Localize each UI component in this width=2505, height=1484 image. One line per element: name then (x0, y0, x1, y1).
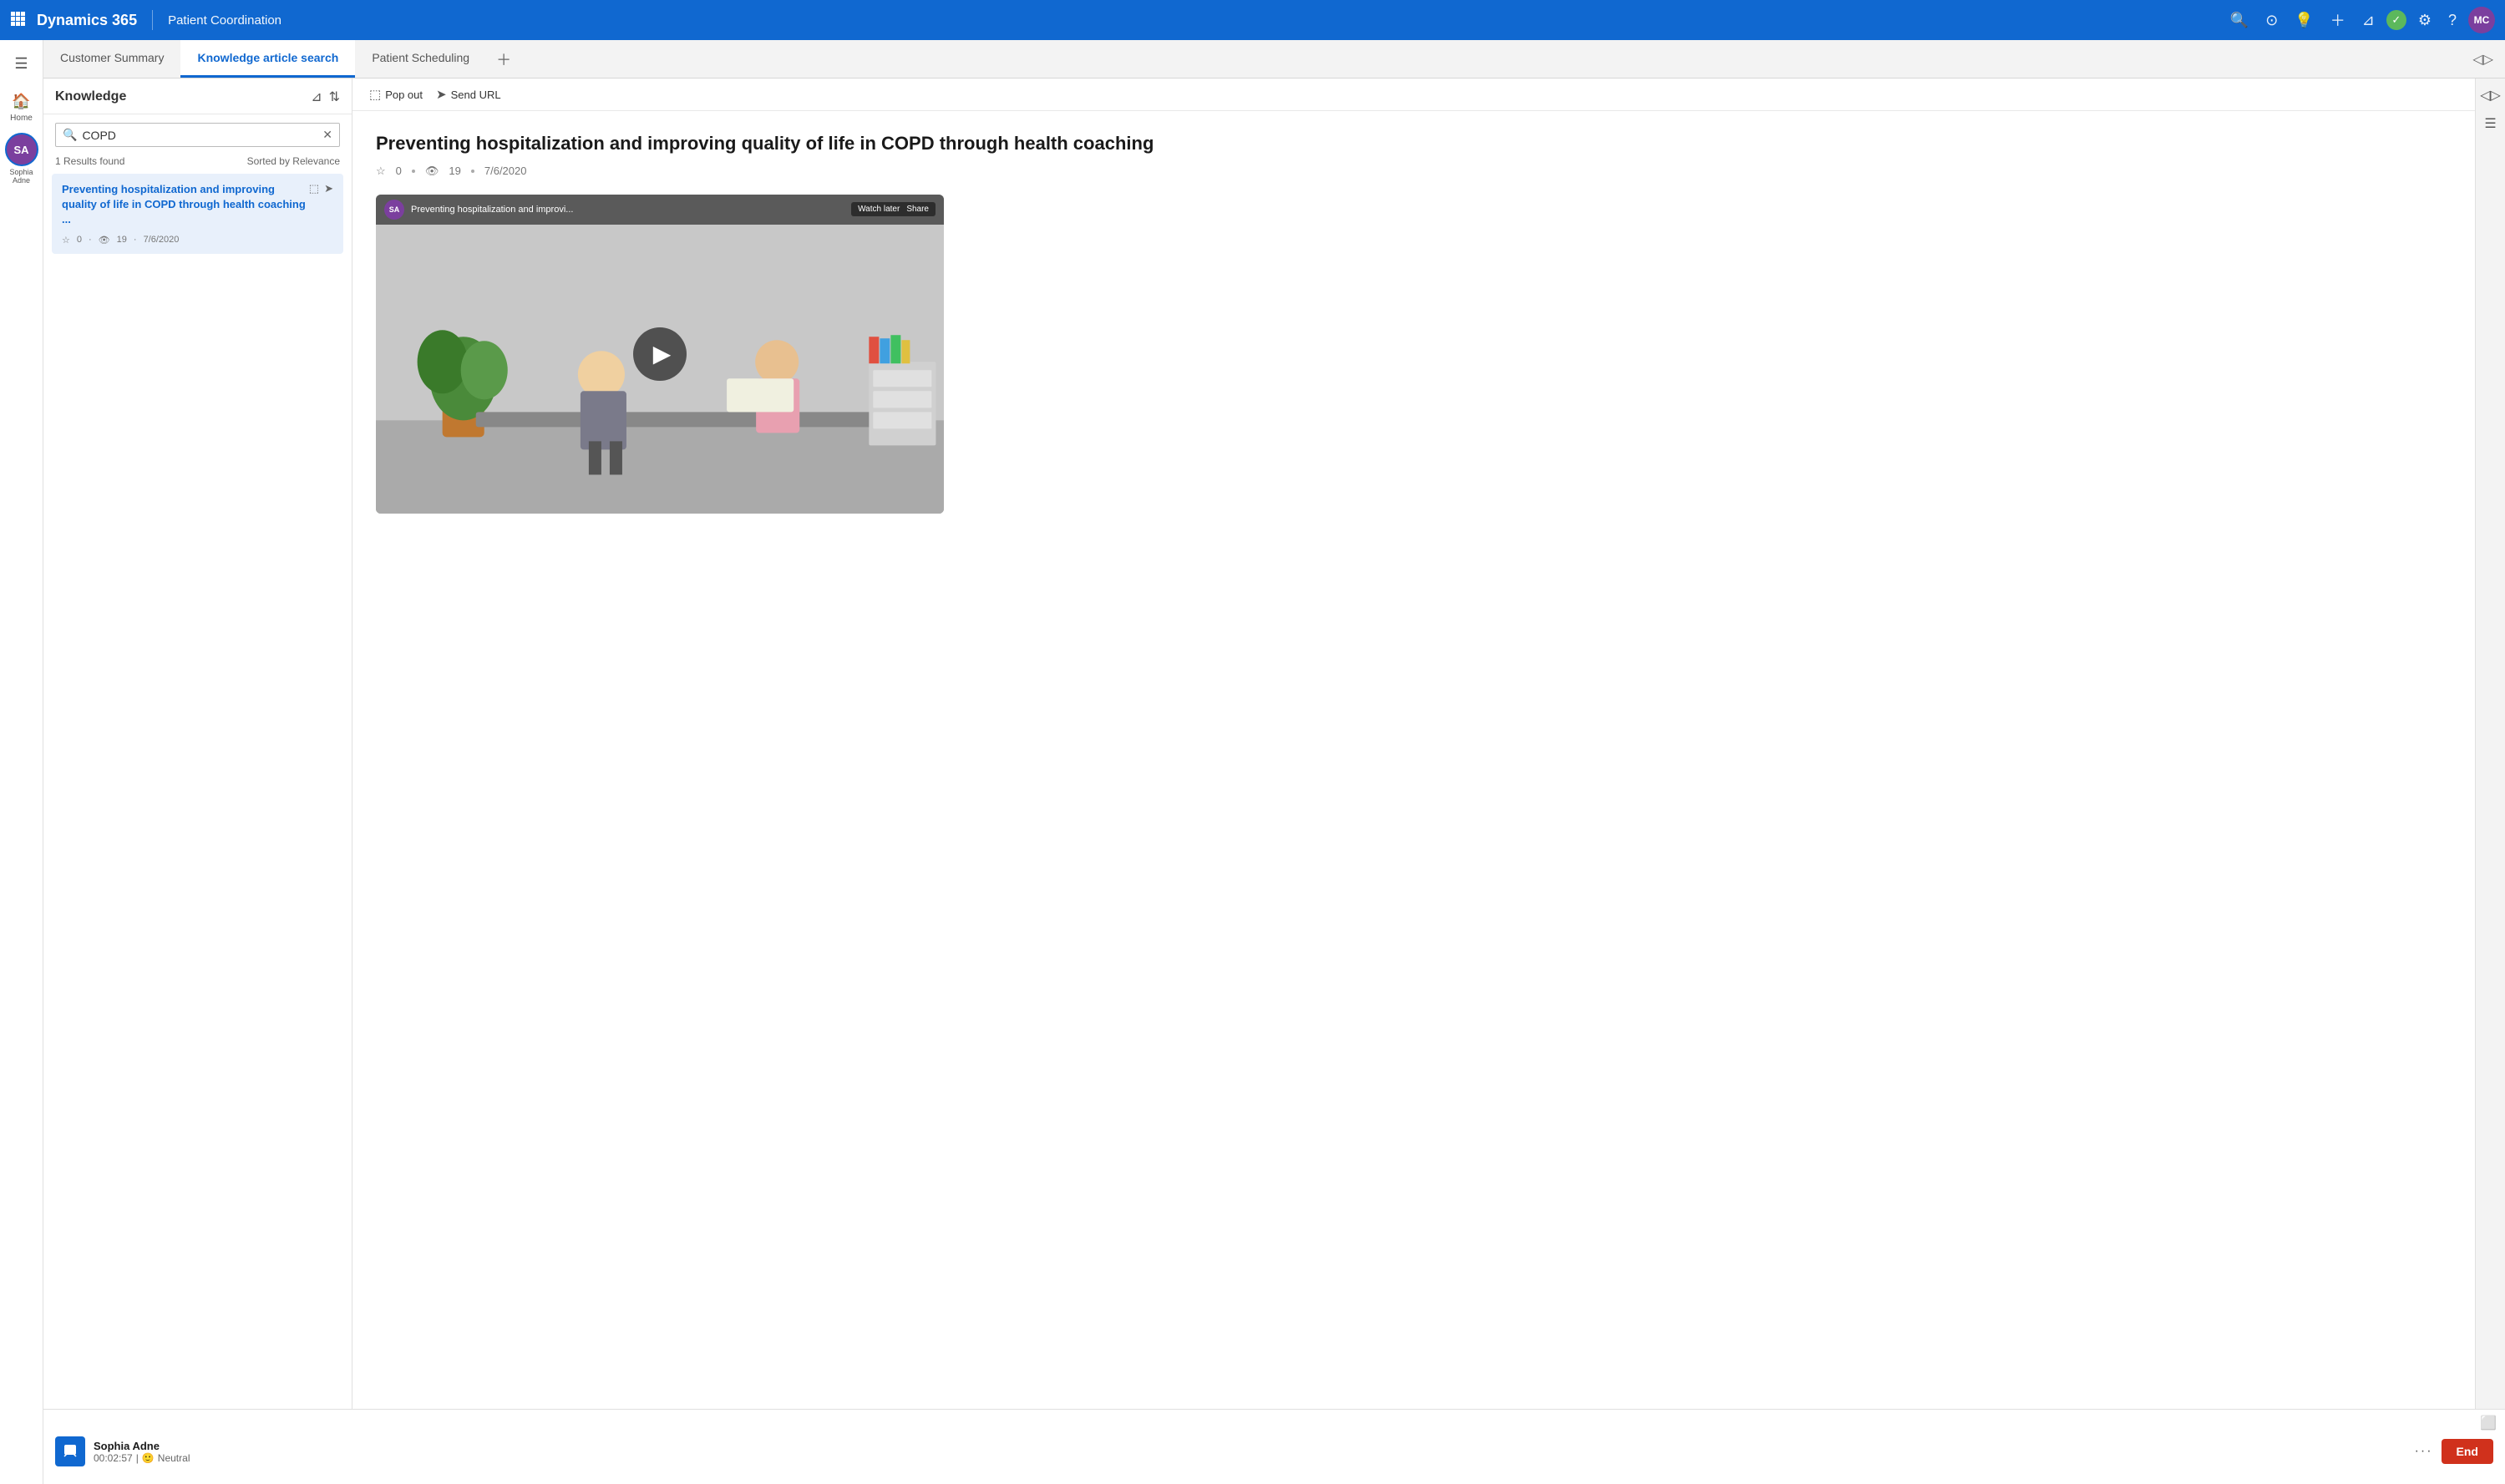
sort-knowledge-icon[interactable]: ⇅ (329, 89, 340, 105)
chat-info: Sophia Adne 00:02:57 | 🙂 Neutral (94, 1440, 2406, 1464)
watch-later-label[interactable]: Watch later (858, 205, 900, 214)
article-popout-icon[interactable]: ⬚ (309, 182, 319, 195)
knowledge-search-box[interactable]: 🔍 ✕ (55, 123, 340, 147)
play-icon: ▶ (653, 340, 672, 367)
hamburger-menu[interactable]: ☰ (8, 48, 34, 79)
sidebar-list-icon[interactable]: ☰ (2484, 115, 2496, 132)
filter-icon[interactable]: ⊿ (2362, 12, 2375, 29)
article-card-header: Preventing hospitalization and improving… (62, 182, 333, 228)
right-sidebar: ◁▷ ☰ (2475, 79, 2505, 1409)
chat-agent-icon (55, 1436, 85, 1466)
tabs-collapse-button[interactable]: ◁▷ (2461, 40, 2505, 78)
tab-customer-summary[interactable]: Customer Summary (43, 40, 180, 78)
article-send-icon[interactable]: ➤ (324, 182, 333, 195)
chat-actions: ··· End (2415, 1439, 2493, 1464)
chat-toolbar: ⬜ (43, 1410, 2505, 1431)
help-icon[interactable]: ? (2448, 12, 2457, 29)
agent-name-label: Sophia Adne (0, 168, 43, 185)
tab-knowledge-article-search[interactable]: Knowledge article search (180, 40, 355, 78)
knowledge-title: Knowledge (55, 89, 304, 104)
article-content: Preventing hospitalization and improving… (352, 111, 2475, 1409)
search-clear-icon[interactable]: ✕ (322, 128, 332, 142)
send-icon: ➤ (436, 87, 447, 102)
tab-add-button[interactable]: ＋ (486, 40, 521, 78)
tab-patient-scheduling[interactable]: Patient Scheduling (355, 40, 486, 78)
app-brand: Dynamics 365 (37, 12, 137, 29)
chat-separator: | (136, 1452, 139, 1464)
video-sa-avatar: SA (384, 200, 404, 220)
video-placeholder: SA Preventing hospitalization and improv… (376, 195, 944, 514)
settings-icon[interactable]: ⚙ (2418, 12, 2431, 29)
article-view-icon: 👁 (99, 235, 110, 246)
detail-view-icon: 👁 (425, 165, 439, 178)
play-button[interactable]: ▶ (633, 327, 687, 381)
article-dot2: · (134, 235, 137, 245)
article-dot1: · (89, 235, 92, 245)
top-navigation: Dynamics 365 Patient Coordination 🔍 ⊙ 💡 … (0, 0, 2505, 40)
popout-icon: ⬚ (369, 87, 381, 102)
knowledge-header: Knowledge ⊿ ⇅ (43, 79, 352, 114)
content-area: Customer Summary Knowledge article searc… (43, 40, 2505, 1484)
chat-panel: ⬜ Sophia Adne 00:02:57 | 🙂 Neutral ··· (43, 1409, 2505, 1484)
article-card-actions: ⬚ ➤ (309, 182, 333, 195)
article-card-meta: ☆ 0 · 👁 19 · 7/6/2020 (62, 235, 333, 246)
share-label[interactable]: Share (906, 205, 929, 214)
chat-more-button[interactable]: ··· (2415, 1444, 2433, 1459)
sorted-by: Sorted by Relevance (247, 155, 340, 167)
search-box-icon: 🔍 (63, 128, 77, 142)
results-count: 1 Results found (55, 155, 124, 167)
agent-avatar[interactable]: SA (5, 133, 38, 166)
chat-sentiment: Neutral (158, 1452, 190, 1464)
chat-status: 00:02:57 | 🙂 Neutral (94, 1452, 2406, 1464)
article-views: 19 (117, 235, 127, 245)
chat-maximize-icon[interactable]: ⬜ (2480, 1415, 2497, 1431)
status-checkmark[interactable]: ✓ (2386, 10, 2406, 30)
sidebar-item-home[interactable]: 🏠 Home (10, 93, 33, 123)
popout-button[interactable]: ⬚ Pop out (369, 87, 423, 102)
add-icon[interactable]: ＋ (2330, 9, 2345, 31)
user-avatar[interactable]: MC (2468, 7, 2495, 33)
collapse-right-icon[interactable]: ◁▷ (2480, 87, 2501, 104)
stats-dot2 (471, 170, 474, 173)
lightbulb-icon[interactable]: 💡 (2295, 12, 2313, 29)
grid-icon[interactable] (10, 11, 25, 30)
chat-time: 00:02:57 (94, 1452, 133, 1464)
article-detail-panel: ⬚ Pop out ➤ Send URL Preventing hospital… (352, 79, 2475, 1409)
article-title: Preventing hospitalization and improving… (376, 131, 2452, 156)
detail-views: 19 (449, 165, 460, 177)
knowledge-panel: Knowledge ⊿ ⇅ 🔍 ✕ 1 Results found Sorted… (43, 79, 352, 1409)
chat-end-button[interactable]: End (2442, 1439, 2493, 1464)
main-layout: ☰ 🏠 Home SA Sophia Adne Customer Summary… (0, 40, 2505, 1484)
article-card[interactable]: Preventing hospitalization and improving… (52, 174, 343, 254)
article-video[interactable]: SA Preventing hospitalization and improv… (376, 195, 944, 514)
activity-icon[interactable]: ⊙ (2265, 12, 2278, 29)
search-icon[interactable]: 🔍 (2230, 12, 2249, 29)
detail-stars: 0 (396, 165, 402, 177)
article-stars: 0 (77, 235, 82, 245)
sentiment-icon: 🙂 (142, 1452, 155, 1464)
tabs-bar: Customer Summary Knowledge article searc… (43, 40, 2505, 79)
video-overlay-title: SA Preventing hospitalization and improv… (376, 195, 944, 225)
stats-dot1 (412, 170, 415, 173)
article-star-icon: ☆ (62, 235, 70, 246)
detail-star-icon: ☆ (376, 165, 386, 178)
chat-row: Sophia Adne 00:02:57 | 🙂 Neutral ··· End (43, 1431, 2505, 1471)
nav-divider (152, 10, 153, 30)
detail-date: 7/6/2020 (484, 165, 527, 177)
filter-knowledge-icon[interactable]: ⊿ (311, 89, 322, 105)
send-url-button[interactable]: ➤ Send URL (436, 87, 501, 102)
article-stats: ☆ 0 👁 19 7/6/2020 (376, 165, 2452, 178)
two-panel: Knowledge ⊿ ⇅ 🔍 ✕ 1 Results found Sorted… (43, 79, 2505, 1409)
search-input[interactable] (82, 129, 322, 142)
chat-agent-name: Sophia Adne (94, 1440, 2406, 1452)
sidebar: ☰ 🏠 Home SA Sophia Adne (0, 40, 43, 1484)
article-date: 7/6/2020 (144, 235, 180, 245)
article-card-title: Preventing hospitalization and improving… (62, 182, 309, 228)
article-toolbar: ⬚ Pop out ➤ Send URL (352, 79, 2475, 111)
results-meta: 1 Results found Sorted by Relevance (43, 155, 352, 174)
home-icon: 🏠 (12, 93, 30, 110)
module-name: Patient Coordination (168, 13, 281, 28)
